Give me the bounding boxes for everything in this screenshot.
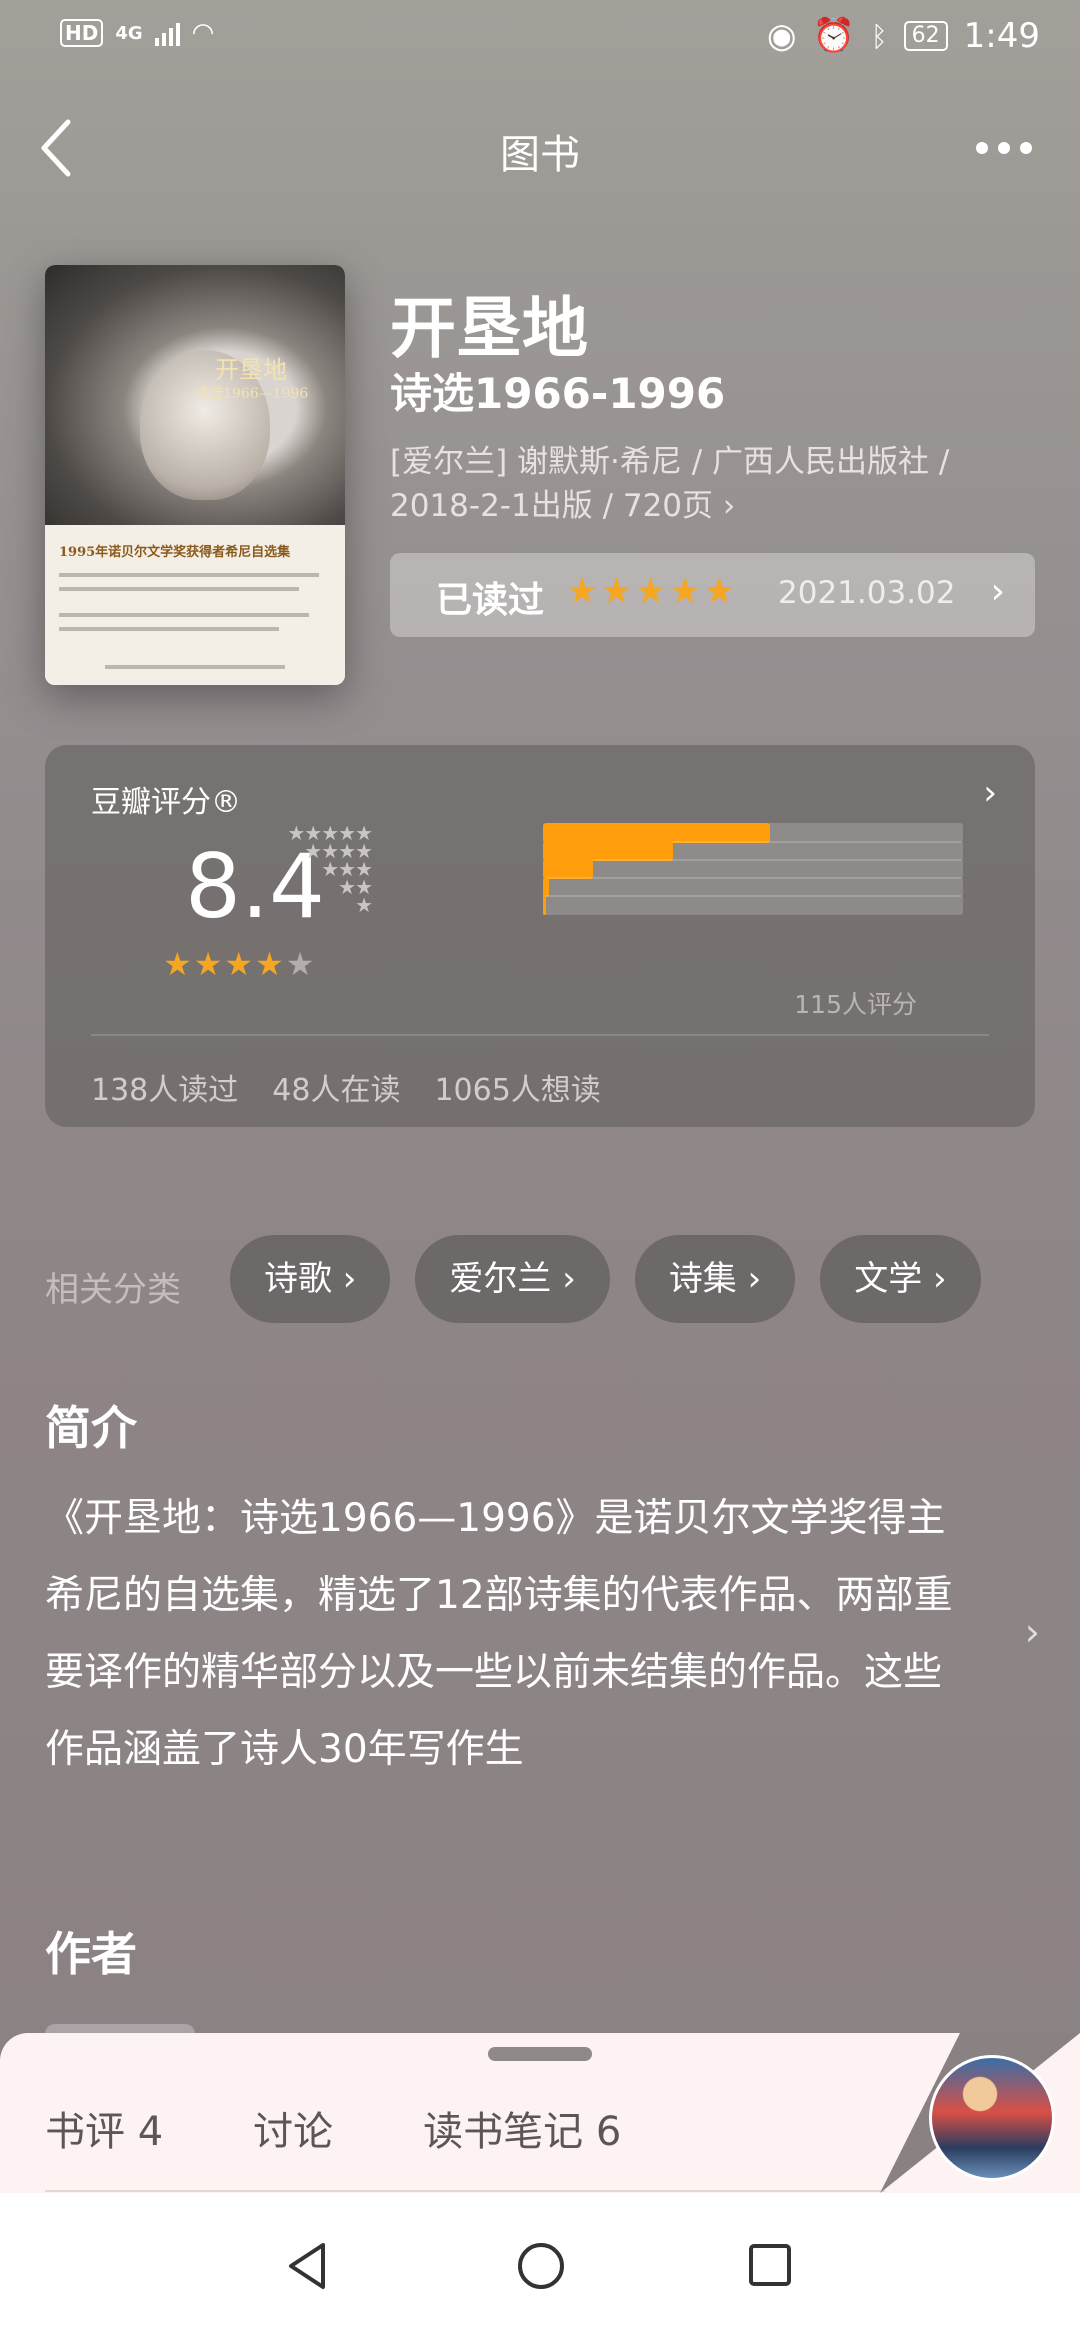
- bottom-sheet[interactable]: 书评 4 讨论 读书笔记 6: [0, 2033, 1080, 2193]
- book-meta-line2: 2018-2-1出版 / 720页 ›: [390, 488, 736, 524]
- chevron-right-icon[interactable]: ›: [1025, 1610, 1040, 1654]
- distribution-track: [543, 841, 963, 861]
- want-count: 1065人想读: [434, 1073, 601, 1108]
- rating-stars: ★★★★★: [163, 945, 316, 983]
- distribution-track: [543, 823, 963, 843]
- chevron-right-icon: ›: [983, 773, 997, 813]
- intro-heading: 简介: [45, 1401, 137, 1455]
- tag-ireland[interactable]: 爱尔兰 ›: [415, 1235, 610, 1323]
- cover-subtitle: 诗选1966—1996: [195, 386, 309, 402]
- rating-label: 豆瓣评分®: [91, 785, 241, 820]
- chevron-right-icon: ›: [990, 571, 1005, 612]
- alarm-icon: ⏰: [812, 16, 855, 56]
- tag-literature[interactable]: 文学 ›: [820, 1235, 981, 1323]
- book-cover[interactable]: 开垦地 诗选1966—1996 1995年诺贝尔文学奖获得者希尼自选集: [45, 265, 345, 685]
- rating-stars-filled: ★★★★: [163, 945, 286, 983]
- nav-back-icon[interactable]: [285, 2241, 329, 2291]
- reading-count: 48人在读: [272, 1073, 401, 1108]
- tab-reviews[interactable]: 书评 4: [45, 2099, 163, 2157]
- related-category-label: 相关分类: [45, 1270, 181, 1310]
- book-subtitle: 诗选1966-1996: [390, 369, 726, 418]
- cover-title: 开垦地: [215, 356, 287, 384]
- bottom-tabs: 书评 4 讨论 读书笔记 6: [45, 2099, 711, 2157]
- divider: [91, 1034, 989, 1036]
- read-status-bar[interactable]: 已读过 ★★★★★ 2021.03.02 ›: [390, 553, 1035, 637]
- distribution-bar: [543, 895, 546, 915]
- rating-stars-empty: ★: [285, 945, 317, 983]
- divider: [45, 2190, 885, 2192]
- wifi-icon: ◠: [191, 18, 215, 48]
- eye-icon: ◉: [766, 16, 797, 56]
- cover-band-text: 1995年诺贝尔文学奖获得者希尼自选集: [59, 545, 291, 561]
- reader-stats: 138人读过 48人在读 1065人想读: [91, 1065, 601, 1109]
- distribution-bar: [543, 859, 593, 879]
- book-title: 开垦地: [390, 290, 588, 367]
- system-navigation-bar: [0, 2193, 1080, 2340]
- distribution-track: [543, 895, 963, 915]
- distribution-bar: [543, 841, 673, 861]
- read-count: 138人读过: [91, 1073, 239, 1108]
- avatar[interactable]: [929, 2055, 1055, 2181]
- author-heading: 作者: [45, 1927, 137, 1981]
- network-label: 4G: [115, 22, 143, 44]
- book-meta-line1: [爱尔兰] 谢默斯·希尼 / 广西人民出版社 /: [390, 444, 950, 480]
- read-status-label: 已读过: [436, 580, 545, 621]
- category-tags: 诗歌 › 爱尔兰 › 诗集 › 文学 ›: [230, 1235, 981, 1323]
- tag-poetry[interactable]: 诗歌 ›: [230, 1235, 391, 1323]
- distribution-bar: [543, 823, 770, 843]
- status-bar: HD 4G ◠ ◉ ⏰ ᛒ 62 1:49: [0, 0, 1080, 70]
- more-icon[interactable]: [976, 130, 1040, 166]
- cover-band: 1995年诺贝尔文学奖获得者希尼自选集: [45, 525, 345, 685]
- distribution-stars: ★: [355, 893, 373, 917]
- distribution-track: [543, 877, 963, 897]
- hd-badge: HD: [60, 19, 104, 47]
- my-rating-stars: ★★★★★: [566, 571, 738, 612]
- tab-discussion[interactable]: 讨论: [253, 2099, 333, 2157]
- distribution-bar: [543, 877, 549, 897]
- rating-count: 115人评分: [794, 990, 917, 1019]
- clock: 1:49: [963, 16, 1040, 56]
- page-title: 图书: [500, 132, 580, 178]
- tab-notes[interactable]: 读书笔记 6: [423, 2099, 621, 2157]
- signal-icon: [154, 20, 180, 46]
- battery-icon: 62: [903, 21, 948, 51]
- nav-recents-icon[interactable]: [748, 2243, 792, 2289]
- drag-handle[interactable]: [488, 2047, 592, 2061]
- bluetooth-icon: ᛒ: [870, 19, 888, 53]
- nav-home-icon[interactable]: [516, 2241, 566, 2291]
- book-meta[interactable]: [爱尔兰] 谢默斯·希尼 / 广西人民出版社 / 2018-2-1出版 / 72…: [390, 440, 1040, 528]
- distribution-track: [543, 859, 963, 879]
- tag-poetry-collection[interactable]: 诗集 ›: [634, 1235, 796, 1323]
- read-date: 2021.03.02: [778, 575, 956, 611]
- intro-text[interactable]: 《开垦地：诗选1966—1996》是诺贝尔文学奖得主希尼的自选集，精选了12部诗…: [45, 1480, 975, 1788]
- rating-card[interactable]: 豆瓣评分® › 8.4 ★★★★★ ★★★★★ ★★★★ ★★★ ★★ ★ 115人评分…: [45, 745, 1035, 1127]
